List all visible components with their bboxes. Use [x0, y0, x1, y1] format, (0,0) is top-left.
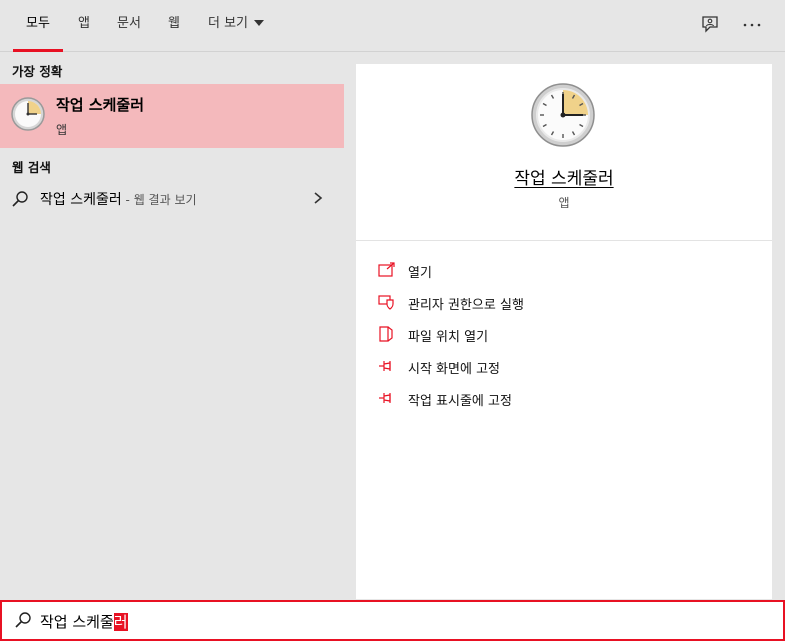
preview-title-wrap: 작업 스케줄러: [356, 164, 772, 189]
pin-icon: [379, 393, 391, 403]
more-options-icon[interactable]: [741, 14, 763, 36]
tab-apps-label: 앱: [78, 16, 90, 31]
web-result-text: 작업 스케줄러 - 웹 결과 보기: [40, 189, 197, 209]
preview-subtitle: 앱: [558, 196, 570, 210]
search-icon: [15, 612, 31, 628]
best-match-item[interactable]: 작업 스케줄러 앱: [0, 84, 344, 148]
web-search-result[interactable]: 작업 스케줄러 - 웹 결과 보기: [0, 181, 344, 217]
action-pin-to-start[interactable]: 시작 화면에 고정: [374, 354, 754, 380]
tab-web-label: 웹: [168, 16, 180, 31]
action-run-as-admin-label: 관리자 권한으로 실행: [408, 298, 524, 313]
tab-documents-label: 문서: [117, 16, 141, 31]
action-pin-to-start-label: 시작 화면에 고정: [408, 362, 500, 377]
tab-apps[interactable]: 앱: [70, 0, 98, 52]
web-search-header: 웹 검색: [12, 160, 51, 175]
chevron-right-icon[interactable]: [312, 191, 324, 205]
tab-web[interactable]: 웹: [160, 0, 188, 52]
clock-icon: [531, 83, 595, 147]
action-run-as-admin[interactable]: 관리자 권한으로 실행: [374, 290, 754, 316]
action-pin-to-taskbar-label: 작업 표시줄에 고정: [408, 394, 512, 409]
preview-title[interactable]: 작업 스케줄러: [514, 169, 613, 189]
action-pin-to-taskbar[interactable]: 작업 표시줄에 고정: [374, 386, 754, 412]
web-result-hint: - 웹 결과 보기: [121, 193, 197, 207]
clock-icon: [11, 97, 45, 131]
tab-more[interactable]: 더 보기: [200, 0, 272, 52]
action-open[interactable]: 열기: [374, 258, 754, 284]
pin-icon: [379, 361, 391, 371]
best-match-title: 작업 스케줄러: [56, 96, 145, 114]
search-box[interactable]: 작업 스케줄러: [0, 600, 785, 641]
search-input[interactable]: 작업 스케줄러: [40, 611, 128, 632]
chevron-down-icon: [254, 19, 264, 26]
tab-more-label: 더 보기: [207, 16, 248, 31]
best-match-header: 가장 정확: [12, 64, 63, 79]
feedback-icon[interactable]: [699, 14, 721, 36]
preview-panel: 작업 스케줄러 앱 열기 관리자 권한으로 실행 파일 위치 열기 시작 화면에: [356, 64, 772, 599]
action-open-file-location-label: 파일 위치 열기: [408, 330, 489, 345]
web-result-query: 작업 스케줄러: [40, 192, 122, 208]
search-typed-text: 작업 스케줄: [40, 613, 114, 631]
action-open-file-location[interactable]: 파일 위치 열기: [374, 322, 754, 348]
tab-documents[interactable]: 문서: [110, 0, 148, 52]
tab-all-label: 모두: [26, 16, 50, 31]
tab-all[interactable]: 모두: [13, 0, 63, 52]
filter-tab-bar: 모두 앱 문서 웹 더 보기: [0, 0, 785, 52]
open-icon: [378, 262, 395, 277]
admin-shield-icon: [378, 295, 394, 310]
file-location-icon: [379, 326, 393, 342]
results-panel: 가장 정확 작업 스케줄러 앱 웹 검색 작업 스케줄러 - 웹 결과 보기: [0, 53, 344, 599]
action-open-label: 열기: [408, 266, 432, 281]
search-icon: [12, 191, 28, 207]
search-selected-text: 러: [113, 613, 128, 631]
best-match-subtitle: 앱: [56, 123, 68, 137]
divider: [356, 240, 772, 241]
